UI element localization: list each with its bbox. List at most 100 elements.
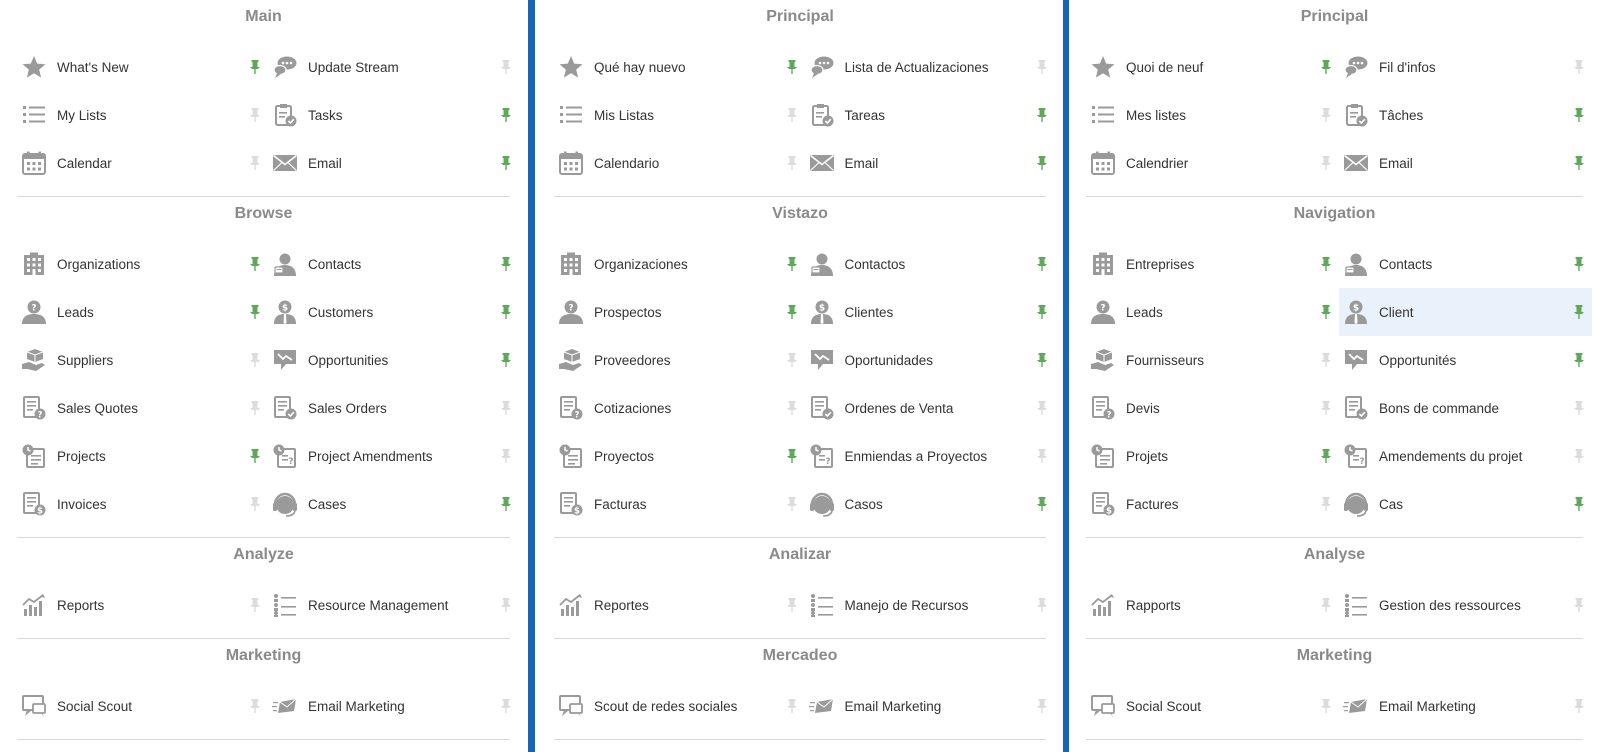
menu-item-contacts[interactable]: Contacts xyxy=(1339,240,1592,288)
pin-icon-unpinned[interactable] xyxy=(785,497,799,511)
pin-icon-unpinned[interactable] xyxy=(1572,60,1586,74)
pin-icon-unpinned[interactable] xyxy=(1572,449,1586,463)
menu-item-opportunites[interactable]: Opportunités xyxy=(1339,336,1592,384)
pin-icon-unpinned[interactable] xyxy=(1572,699,1586,713)
menu-item-scout-de-redes-sociales[interactable]: Scout de redes sociales xyxy=(554,682,805,730)
pin-icon-unpinned[interactable] xyxy=(785,699,799,713)
pin-icon-pinned[interactable] xyxy=(1319,257,1333,271)
menu-item-projets[interactable]: Projets xyxy=(1086,432,1339,480)
menu-item-contacts[interactable]: Contacts xyxy=(268,240,519,288)
menu-item-mis-listas[interactable]: Mis Listas xyxy=(554,91,805,139)
pin-icon-unpinned[interactable] xyxy=(785,353,799,367)
pin-icon-pinned[interactable] xyxy=(785,449,799,463)
menu-item-casos[interactable]: Casos xyxy=(805,480,1056,528)
menu-item-proveedores[interactable]: Proveedores xyxy=(554,336,805,384)
menu-item-cotizaciones[interactable]: ? Cotizaciones xyxy=(554,384,805,432)
pin-icon-pinned[interactable] xyxy=(499,353,513,367)
menu-item-email[interactable]: Email xyxy=(1339,139,1592,187)
menu-item-customers[interactable]: $ Customers xyxy=(268,288,519,336)
menu-item-proyectos[interactable]: Proyectos xyxy=(554,432,805,480)
pin-icon-unpinned[interactable] xyxy=(1319,156,1333,170)
menu-item-quoi-de-neuf[interactable]: Quoi de neuf xyxy=(1086,43,1339,91)
pin-icon-pinned[interactable] xyxy=(499,108,513,122)
menu-item-amendements-du-projet[interactable]: ? Amendements du projet xyxy=(1339,432,1592,480)
menu-item-tasks[interactable]: Tasks xyxy=(268,91,519,139)
pin-icon-pinned[interactable] xyxy=(499,497,513,511)
pin-icon-unpinned[interactable] xyxy=(785,401,799,415)
pin-icon-unpinned[interactable] xyxy=(499,60,513,74)
pin-icon-pinned[interactable] xyxy=(248,305,262,319)
menu-item-update-stream[interactable]: Update Stream xyxy=(268,43,519,91)
menu-item-que-hay-nuevo[interactable]: Qué hay nuevo xyxy=(554,43,805,91)
menu-item-email-marketing[interactable]: Email Marketing xyxy=(805,682,1056,730)
pin-icon-pinned[interactable] xyxy=(1572,305,1586,319)
pin-icon-unpinned[interactable] xyxy=(1035,449,1049,463)
menu-item-what-s-new[interactable]: What's New xyxy=(17,43,268,91)
pin-icon-unpinned[interactable] xyxy=(785,156,799,170)
menu-item-mes-listes[interactable]: Mes listes xyxy=(1086,91,1339,139)
pin-icon-unpinned[interactable] xyxy=(1319,699,1333,713)
menu-item-email[interactable]: Email xyxy=(805,139,1056,187)
menu-item-projects[interactable]: Projects xyxy=(17,432,268,480)
menu-item-sales-orders[interactable]: Sales Orders xyxy=(268,384,519,432)
menu-item-cas[interactable]: Cas xyxy=(1339,480,1592,528)
menu-item-sales-quotes[interactable]: ? Sales Quotes xyxy=(17,384,268,432)
menu-item-opportunities[interactable]: Opportunities xyxy=(268,336,519,384)
menu-item-manejo-de-recursos[interactable]: Manejo de Recursos xyxy=(805,581,1056,629)
menu-item-calendrier[interactable]: Calendrier xyxy=(1086,139,1339,187)
menu-item-entreprises[interactable]: Entreprises xyxy=(1086,240,1339,288)
pin-icon-unpinned[interactable] xyxy=(1319,108,1333,122)
pin-icon-pinned[interactable] xyxy=(499,305,513,319)
pin-icon-unpinned[interactable] xyxy=(1319,598,1333,612)
menu-item-leads[interactable]: ? Leads xyxy=(1086,288,1339,336)
pin-icon-unpinned[interactable] xyxy=(785,108,799,122)
pin-icon-pinned[interactable] xyxy=(1035,305,1049,319)
menu-item-tareas[interactable]: Tareas xyxy=(805,91,1056,139)
menu-item-factures[interactable]: $ Factures xyxy=(1086,480,1339,528)
pin-icon-unpinned[interactable] xyxy=(1319,401,1333,415)
pin-icon-pinned[interactable] xyxy=(248,449,262,463)
pin-icon-pinned[interactable] xyxy=(1572,257,1586,271)
pin-icon-unpinned[interactable] xyxy=(499,699,513,713)
menu-item-email-marketing[interactable]: Email Marketing xyxy=(268,682,519,730)
menu-item-ordenes-de-venta[interactable]: Ordenes de Venta xyxy=(805,384,1056,432)
menu-item-cases[interactable]: Cases xyxy=(268,480,519,528)
pin-icon-pinned[interactable] xyxy=(1572,497,1586,511)
menu-item-calendario[interactable]: Calendario xyxy=(554,139,805,187)
pin-icon-pinned[interactable] xyxy=(248,257,262,271)
pin-icon-unpinned[interactable] xyxy=(248,401,262,415)
menu-item-devis[interactable]: ? Devis xyxy=(1086,384,1339,432)
pin-icon-unpinned[interactable] xyxy=(1319,353,1333,367)
pin-icon-pinned[interactable] xyxy=(1572,353,1586,367)
menu-item-enmiendas-a-proyectos[interactable]: ? Enmiendas a Proyectos xyxy=(805,432,1056,480)
menu-item-email[interactable]: Email xyxy=(268,139,519,187)
pin-icon-pinned[interactable] xyxy=(1572,108,1586,122)
menu-item-my-lists[interactable]: My Lists xyxy=(17,91,268,139)
pin-icon-pinned[interactable] xyxy=(1035,497,1049,511)
menu-item-social-scout[interactable]: Social Scout xyxy=(17,682,268,730)
pin-icon-unpinned[interactable] xyxy=(785,598,799,612)
pin-icon-unpinned[interactable] xyxy=(248,497,262,511)
menu-item-bons-de-commande[interactable]: Bons de commande xyxy=(1339,384,1592,432)
pin-icon-unpinned[interactable] xyxy=(499,401,513,415)
pin-icon-unpinned[interactable] xyxy=(248,699,262,713)
menu-item-organizaciones[interactable]: Organizaciones xyxy=(554,240,805,288)
pin-icon-unpinned[interactable] xyxy=(1035,401,1049,415)
menu-item-reports[interactable]: Reports xyxy=(17,581,268,629)
menu-item-clientes[interactable]: $ Clientes xyxy=(805,288,1056,336)
pin-icon-unpinned[interactable] xyxy=(499,449,513,463)
pin-icon-pinned[interactable] xyxy=(1035,108,1049,122)
pin-icon-unpinned[interactable] xyxy=(1035,60,1049,74)
menu-item-project-amendments[interactable]: ? Project Amendments xyxy=(268,432,519,480)
pin-icon-unpinned[interactable] xyxy=(1035,598,1049,612)
menu-item-suppliers[interactable]: Suppliers xyxy=(17,336,268,384)
pin-icon-pinned[interactable] xyxy=(248,60,262,74)
menu-item-reportes[interactable]: Reportes xyxy=(554,581,805,629)
menu-item-lista-de-actualizaciones[interactable]: Lista de Actualizaciones xyxy=(805,43,1056,91)
pin-icon-unpinned[interactable] xyxy=(248,353,262,367)
menu-item-email-marketing[interactable]: Email Marketing xyxy=(1339,682,1592,730)
menu-item-leads[interactable]: ? Leads xyxy=(17,288,268,336)
pin-icon-pinned[interactable] xyxy=(785,257,799,271)
pin-icon-pinned[interactable] xyxy=(499,257,513,271)
menu-item-calendar[interactable]: Calendar xyxy=(17,139,268,187)
